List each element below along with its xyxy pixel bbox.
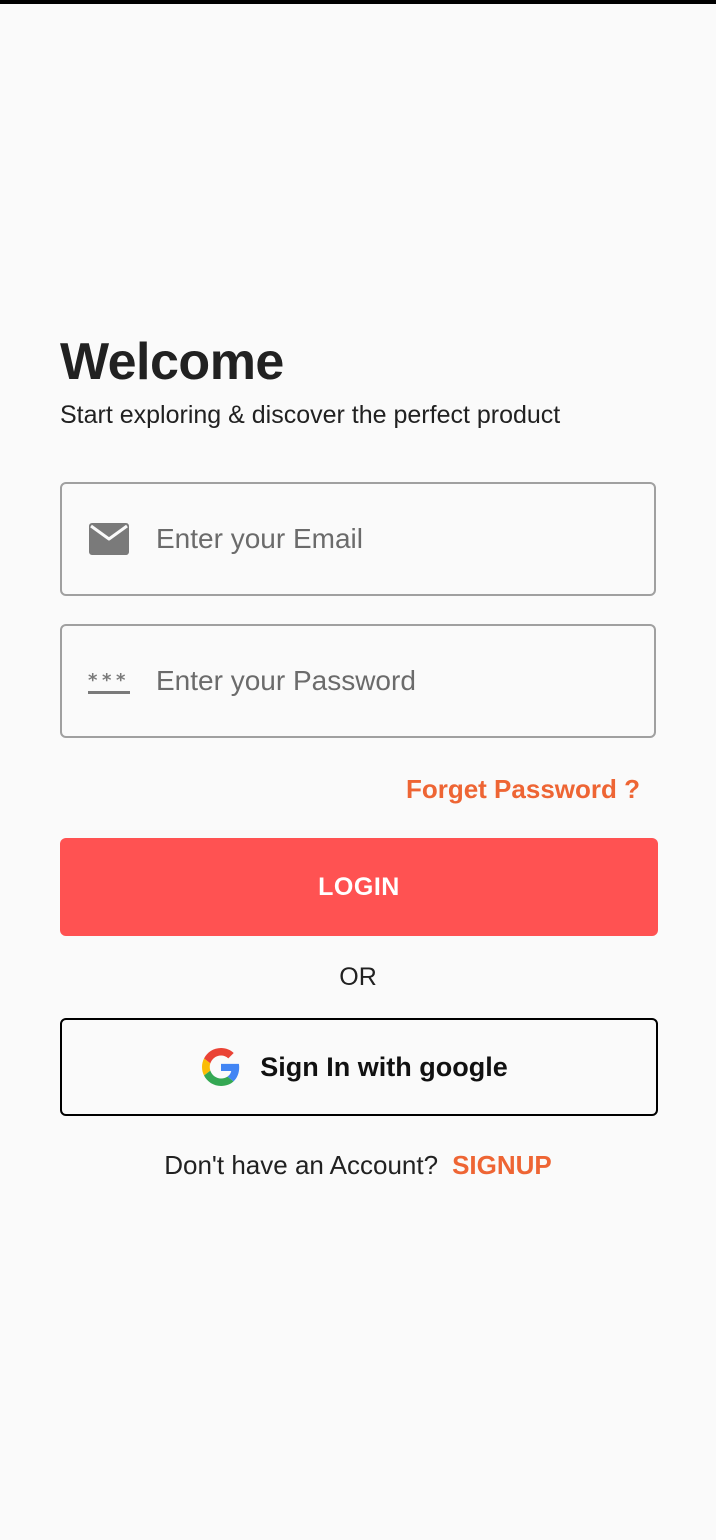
google-sign-in-label: Sign In with google: [260, 1051, 508, 1082]
signup-link[interactable]: SIGNUP: [452, 1150, 552, 1180]
signup-prompt: Don't have an Account?: [164, 1150, 439, 1180]
forgot-password-link[interactable]: Forget Password ?: [406, 772, 640, 806]
svg-text:*: *: [88, 670, 98, 691]
or-divider-label: OR: [339, 963, 377, 991]
password-input[interactable]: [156, 626, 636, 736]
signup-row: Don't have an Account? SIGNUP: [0, 1148, 716, 1182]
page-subtitle: Start exploring & discover the perfect p…: [60, 401, 561, 429]
password-dots-icon: * * *: [88, 664, 130, 698]
svg-text:*: *: [116, 670, 126, 691]
svg-text:*: *: [102, 670, 112, 691]
email-field[interactable]: [60, 482, 656, 596]
password-field[interactable]: * * *: [60, 624, 656, 738]
login-button[interactable]: LOGIN: [60, 838, 658, 936]
page-title: Welcome: [60, 333, 284, 391]
mail-icon: [88, 522, 130, 556]
google-sign-in-button[interactable]: Sign In with google: [60, 1018, 658, 1116]
google-logo-icon: [202, 1048, 240, 1086]
email-input[interactable]: [156, 484, 636, 594]
status-bar: [0, 0, 716, 4]
